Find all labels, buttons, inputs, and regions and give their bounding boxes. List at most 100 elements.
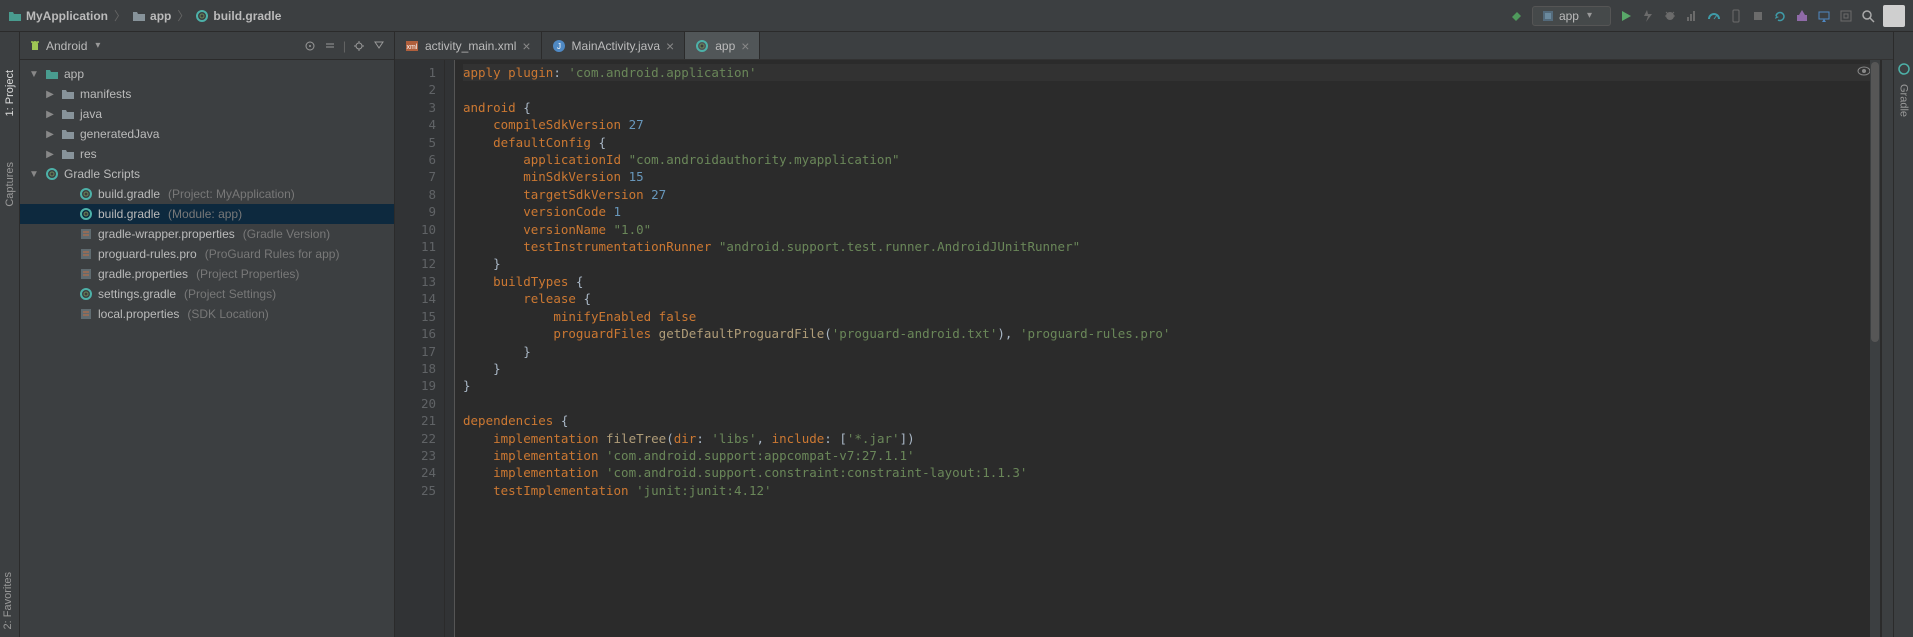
- close-icon[interactable]: ×: [666, 39, 674, 53]
- sync-gradle-icon[interactable]: [1773, 9, 1787, 23]
- inspection-eye-icon[interactable]: [1857, 66, 1871, 76]
- debug-icon[interactable]: [1663, 9, 1677, 23]
- breadcrumb-sep: 〉: [177, 7, 189, 24]
- gradle-icon: [195, 9, 209, 23]
- stop-icon[interactable]: [1751, 9, 1765, 23]
- gradle-elephant-icon[interactable]: [1897, 62, 1911, 76]
- editor-tabs: xmlactivity_main.xml×JMainActivity.java×…: [395, 32, 1893, 60]
- properties-icon: [78, 267, 94, 281]
- editor-tab-MainActivity-java[interactable]: JMainActivity.java×: [542, 32, 686, 59]
- close-icon[interactable]: ×: [522, 39, 530, 53]
- project-tree[interactable]: ▼app▶manifests▶java▶generatedJava▶res▼Gr…: [20, 60, 394, 637]
- layout-inspector-icon[interactable]: [1839, 9, 1853, 23]
- tree-row-gradle-properties[interactable]: gradle.properties (Project Properties): [20, 264, 394, 284]
- collapse-all-icon[interactable]: [323, 39, 337, 53]
- tool-window-project-tab[interactable]: 1: Project: [4, 70, 16, 116]
- gradle-icon: [78, 187, 94, 201]
- editor-tab-activity_main-xml[interactable]: xml activity_main.xml ×: [395, 32, 542, 59]
- project-panel-header: Android ▾ |: [20, 32, 394, 60]
- code-content[interactable]: apply plugin: 'com.android.application' …: [455, 60, 1881, 637]
- build-hammer-icon[interactable]: [1510, 9, 1524, 23]
- tree-row-res[interactable]: ▶ res: [20, 144, 394, 164]
- tree-item-hint: (SDK Location): [187, 307, 268, 321]
- folder-teal-icon: [44, 68, 60, 80]
- folder-icon: [60, 148, 76, 160]
- target-icon[interactable]: [303, 39, 317, 53]
- breadcrumb-item[interactable]: build.gradle: [195, 9, 281, 23]
- tree-item-name: Gradle Scripts: [64, 167, 140, 181]
- device-icon[interactable]: [1729, 9, 1743, 23]
- breadcrumb-item[interactable]: app: [132, 9, 171, 23]
- top-toolbar: MyApplication 〉 app 〉 build.gradle app ▾: [0, 0, 1913, 32]
- tree-row-proguard-rules-pro[interactable]: proguard-rules.pro(ProGuard Rules for ap…: [20, 244, 394, 264]
- tree-row-settings-gradle[interactable]: settings.gradle (Project Settings): [20, 284, 394, 304]
- fold-gutter[interactable]: [445, 60, 455, 637]
- run-config-select[interactable]: app ▾: [1532, 6, 1611, 26]
- expand-arrow-icon[interactable]: ▶: [44, 149, 56, 160]
- gradle-icon: [44, 167, 60, 181]
- gauge-icon[interactable]: [1707, 9, 1721, 23]
- tree-row-app[interactable]: ▼app: [20, 64, 394, 84]
- gear-icon[interactable]: [352, 39, 366, 53]
- tool-window-captures-tab[interactable]: Captures: [4, 162, 16, 207]
- tree-row-build-gradle[interactable]: build.gradle(Module: app): [20, 204, 394, 224]
- tree-item-name: manifests: [80, 87, 131, 101]
- folder-teal-icon: [8, 9, 22, 23]
- breadcrumb-label: app: [150, 9, 171, 23]
- tree-item-name: proguard-rules.pro: [98, 247, 197, 261]
- project-view-label[interactable]: Android: [46, 39, 87, 53]
- hide-icon[interactable]: [372, 39, 386, 53]
- tool-window-favorites-tab[interactable]: 2: Favorites: [2, 572, 14, 629]
- profiler-icon[interactable]: [1685, 9, 1699, 23]
- editor-tab-app[interactable]: app ×: [685, 32, 760, 59]
- tab-label: activity_main.xml: [425, 39, 516, 53]
- project-panel: Android ▾ | ▼app ▶ manifests ▶ java ▶generate…: [20, 32, 395, 637]
- tree-row-build-gradle[interactable]: build.gradle(Project: MyApplication): [20, 184, 394, 204]
- tree-item-name: local.properties: [98, 307, 179, 321]
- tree-item-name: gradle.properties: [98, 267, 188, 281]
- avd-manager-icon[interactable]: [1817, 9, 1831, 23]
- gradle-icon: [695, 39, 709, 53]
- line-numbers: 1234567891011121314151617181920212223242…: [395, 60, 445, 637]
- properties-icon: [78, 307, 94, 321]
- breadcrumb-label: build.gradle: [213, 9, 281, 23]
- expand-arrow-icon[interactable]: ▼: [28, 69, 40, 80]
- tree-item-hint: (Project Settings): [184, 287, 276, 301]
- tree-item-name: settings.gradle: [98, 287, 176, 301]
- code-editor[interactable]: 1234567891011121314151617181920212223242…: [395, 60, 1893, 637]
- search-icon[interactable]: [1861, 9, 1875, 23]
- avatar[interactable]: [1883, 5, 1905, 27]
- tree-row-local-properties[interactable]: local.properties (SDK Location): [20, 304, 394, 324]
- tree-item-hint: (Gradle Version): [243, 227, 330, 241]
- chevron-down-icon[interactable]: ▾: [95, 40, 100, 51]
- tree-item-name: java: [80, 107, 102, 121]
- gradle-icon: [78, 207, 94, 221]
- breadcrumb-item[interactable]: MyApplication: [8, 9, 108, 23]
- breadcrumb-sep: 〉: [114, 7, 126, 24]
- tree-item-hint: (Project: MyApplication): [168, 187, 295, 201]
- tab-label: app: [715, 39, 735, 53]
- svg-text:xml: xml: [407, 44, 418, 51]
- tree-row-Gradle-Scripts[interactable]: ▼ Gradle Scripts: [20, 164, 394, 184]
- editor-scrollbar[interactable]: [1870, 60, 1880, 637]
- tree-row-gradle-wrapper-properties[interactable]: gradle-wrapper.properties(Gradle Version…: [20, 224, 394, 244]
- sdk-manager-icon[interactable]: [1795, 9, 1809, 23]
- android-icon: [28, 39, 42, 53]
- properties-icon: [78, 247, 94, 261]
- expand-arrow-icon[interactable]: ▶: [44, 89, 56, 100]
- tree-item-hint: (Project Properties): [196, 267, 299, 281]
- expand-arrow-icon[interactable]: ▶: [44, 109, 56, 120]
- error-stripe[interactable]: [1881, 60, 1893, 637]
- close-icon[interactable]: ×: [741, 39, 749, 53]
- tree-item-name: res: [80, 147, 97, 161]
- breadcrumb-label: MyApplication: [26, 9, 108, 23]
- tool-window-gradle-tab[interactable]: Gradle: [1898, 84, 1910, 117]
- run-icon[interactable]: [1619, 9, 1633, 23]
- tree-row-generatedJava[interactable]: ▶generatedJava: [20, 124, 394, 144]
- expand-arrow-icon[interactable]: ▼: [28, 169, 40, 180]
- tree-row-java[interactable]: ▶ java: [20, 104, 394, 124]
- expand-arrow-icon[interactable]: ▶: [44, 129, 56, 140]
- flash-icon[interactable]: [1641, 9, 1655, 23]
- toolbar-right: app ▾: [1510, 5, 1905, 27]
- tree-row-manifests[interactable]: ▶ manifests: [20, 84, 394, 104]
